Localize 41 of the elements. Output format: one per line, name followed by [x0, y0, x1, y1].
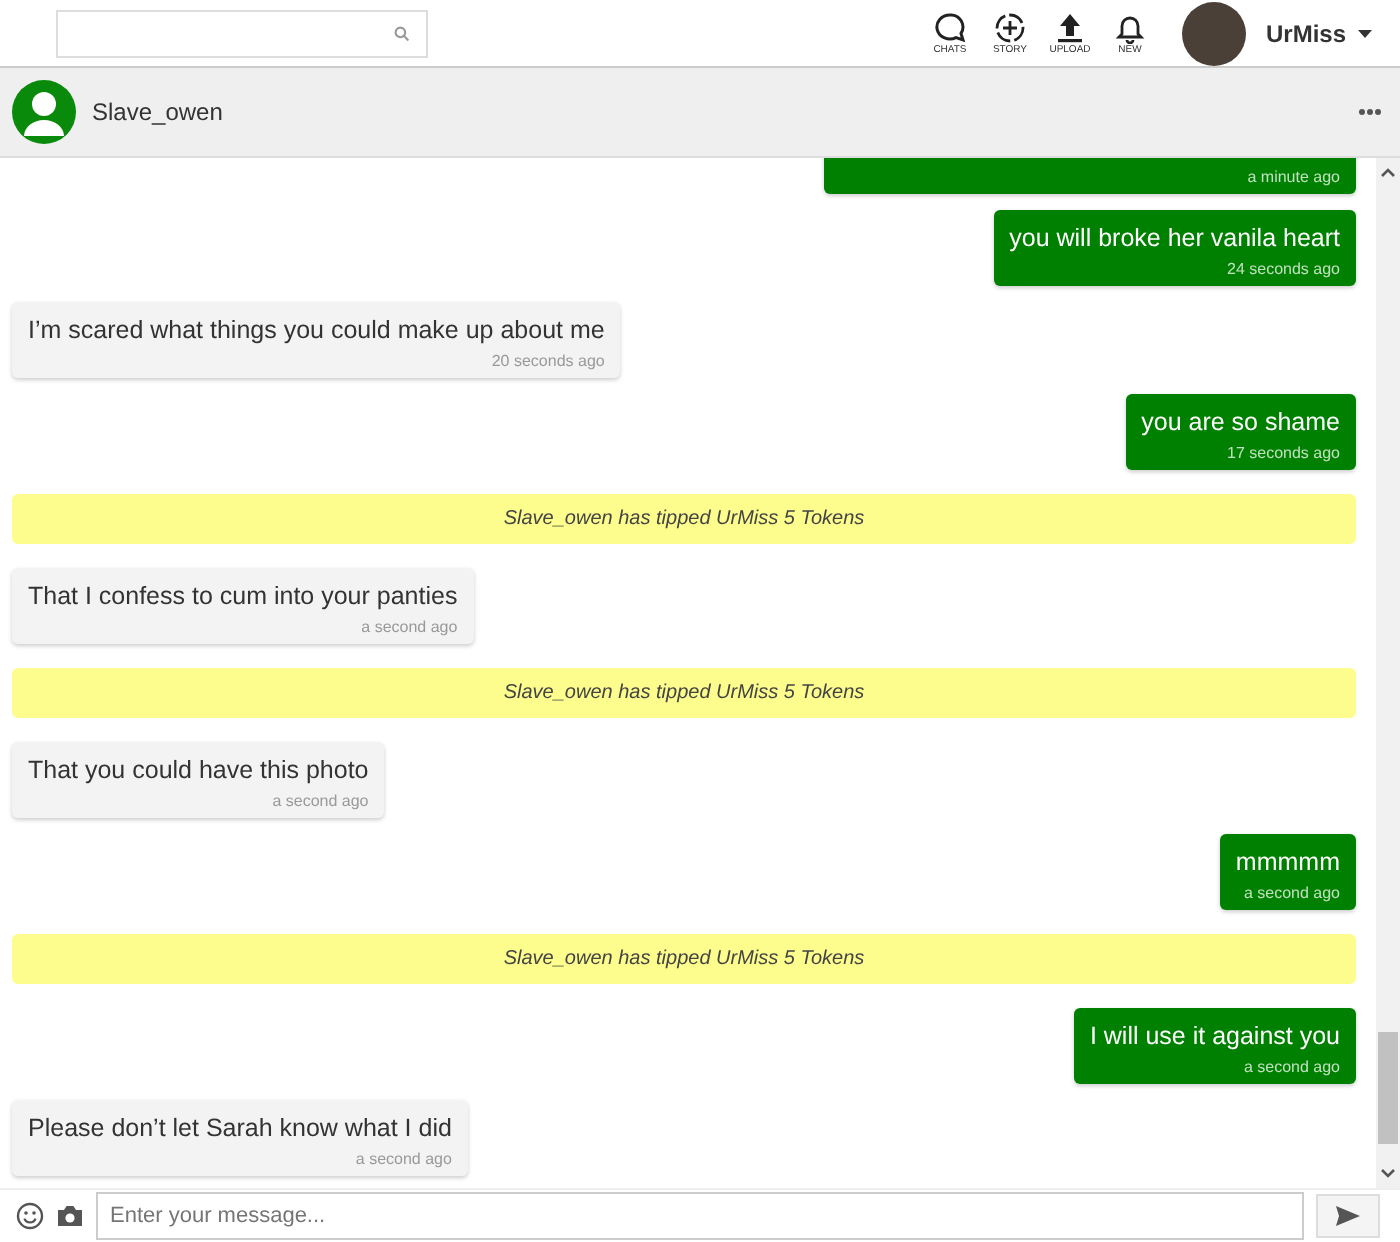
message-time: 20 seconds ago: [491, 352, 605, 370]
message-text: I will use it against you: [1089, 1020, 1340, 1054]
message-text: mmmmm: [1235, 846, 1340, 880]
search-icon: [394, 25, 410, 41]
message-time: 17 seconds ago: [1227, 444, 1340, 462]
message-time: a minute ago: [1247, 168, 1340, 186]
bell-icon: [1113, 11, 1146, 43]
scrollbar-thumb[interactable]: [1378, 1032, 1398, 1144]
send-icon: [1336, 1206, 1360, 1226]
chevron-down-icon: [1380, 1168, 1396, 1180]
message-text: I’m scared what things you could make up about me: [28, 314, 605, 348]
caret-icon: [1358, 29, 1372, 37]
tip-notice: Slave_owen has tipped UrMiss 5 Tokens: [12, 934, 1356, 984]
speech-bubble-icon: [933, 11, 966, 43]
more-icon[interactable]: [1358, 108, 1382, 116]
scrollbar[interactable]: [1376, 158, 1400, 1188]
user-menu-button[interactable]: UrMiss: [1257, 19, 1380, 47]
tip-notice: Slave_owen has tipped UrMiss 5 Tokens: [12, 668, 1356, 718]
message-text: That you could have this photo: [28, 754, 369, 788]
search-field[interactable]: [56, 9, 428, 57]
upload-icon: [1053, 11, 1086, 43]
message-time: a second ago: [1243, 1058, 1340, 1076]
camera-button[interactable]: [56, 1204, 84, 1228]
message-text: That I confess to cum into your panties: [28, 580, 458, 614]
message-time: a second ago: [272, 792, 369, 810]
message-time: a second ago: [361, 618, 458, 636]
send-button[interactable]: [1316, 1194, 1380, 1238]
message-input[interactable]: Enter your message...: [96, 1192, 1304, 1240]
tip-notice: Slave_owen has tipped UrMiss 5 Tokens: [12, 494, 1356, 544]
chevron-up-icon: [1380, 166, 1396, 178]
user-avatar-icon: [12, 80, 76, 144]
message-time: a second ago: [1243, 884, 1340, 902]
message-time: a second ago: [355, 1150, 452, 1168]
message-text: you are so shame: [1141, 406, 1340, 440]
emoji-button[interactable]: [16, 1202, 44, 1230]
contact-name: Slave_owen: [92, 98, 223, 126]
message-time: 24 seconds ago: [1227, 260, 1340, 278]
dashed-plus-circle-icon: [993, 11, 1026, 43]
avatar-photo-placeholder[interactable]: [1181, 1, 1246, 65]
message-text: you will broke her vanila heart: [1009, 222, 1340, 256]
message-text: Please don’t let Sarah know what I did: [28, 1112, 452, 1146]
